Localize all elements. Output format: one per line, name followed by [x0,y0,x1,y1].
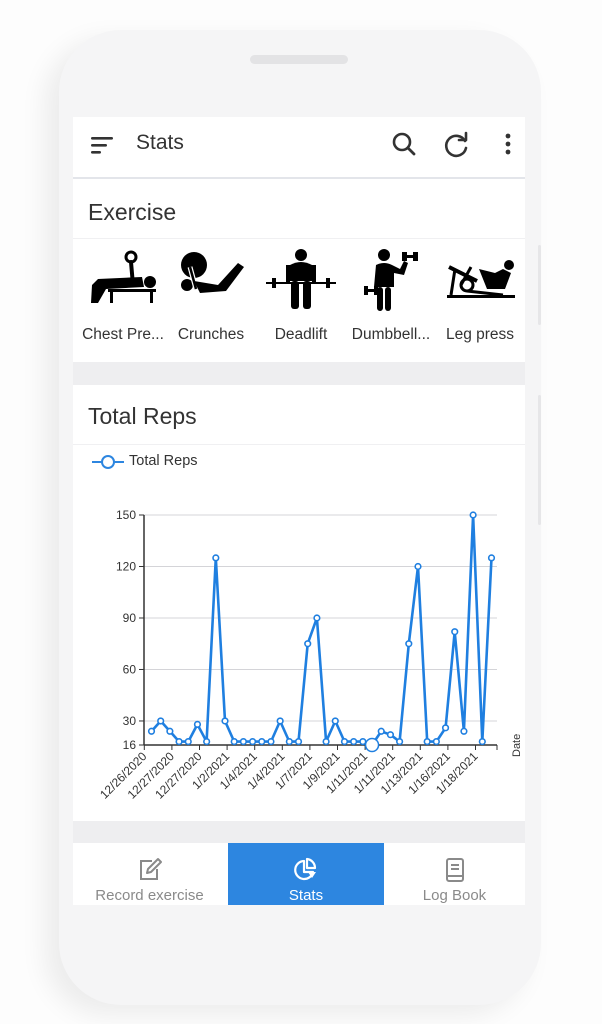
tab-record-exercise[interactable]: Record exercise [73,843,226,905]
y-tick-label: 150 [116,508,136,522]
scrollbar[interactable] [538,245,541,325]
data-point [331,717,339,725]
more-vert-icon[interactable] [493,129,523,159]
y-tick-label: 60 [123,662,137,676]
exercise-item-chest-press[interactable]: Chest Pre... [78,243,168,353]
leg-press-icon [447,260,515,298]
exercise-item-leg-press[interactable]: Leg press [435,243,525,353]
app-screen: Stats Exercise Chest Pre... Crunches Dea… [73,117,525,905]
data-point [460,727,468,735]
tab-label: Record exercise [95,887,204,904]
data-point [294,737,303,746]
data-point [396,737,404,746]
data-point [469,511,477,519]
data-point [432,737,440,746]
data-point [304,640,312,648]
data-point [193,720,202,729]
tab-stats[interactable]: Stats [228,843,384,905]
menu-icon[interactable] [91,134,117,156]
page-title: Stats [136,131,184,154]
tab-label: Log Book [422,887,487,904]
tab-label: Stats [288,887,324,904]
search-icon[interactable] [389,129,419,159]
data-point [414,562,422,571]
x-axis-label: Date [511,734,523,757]
data-point [166,727,174,735]
scrollbar-secondary[interactable] [538,395,541,525]
data-point [386,731,395,739]
exercise-label: Leg press [445,326,515,343]
y-tick-label: 90 [123,611,137,625]
data-point [212,554,220,562]
dumbbell-icon [364,249,418,311]
app-bar: Stats [73,117,525,179]
data-point [203,737,211,746]
divider [73,238,525,239]
bottom-navigation: Record exercise Stats Log Book [73,843,525,905]
data-point [285,737,293,746]
data-point [487,554,496,562]
crunches-icon [181,252,244,293]
deadlift-icon [266,249,336,309]
data-point [350,737,358,746]
y-tick-label: 16 [123,738,137,752]
data-point [441,724,450,732]
refresh-icon[interactable] [442,129,472,159]
data-point [147,727,156,735]
y-tick-label: 120 [116,559,136,573]
data-point [175,737,183,746]
data-point [478,737,486,746]
exercise-card: Exercise Chest Pre... Crunches Deadlift … [73,179,525,362]
exercise-item-dumbbell[interactable]: Dumbbell... [346,243,436,353]
data-point [313,614,321,622]
data-point [377,727,385,735]
data-point [248,737,257,746]
total-reps-card: Total Reps Total Reps 16 30 60 90 120 150 12/2… [73,385,525,821]
exercise-item-deadlift[interactable]: Deadlift [256,243,346,353]
series-line-total-reps [150,513,493,747]
data-point-highlighted [364,737,380,753]
phone-speaker [250,55,348,64]
exercise-item-crunches[interactable]: Crunches [166,243,256,353]
total-reps-chart: 1630609012015012/26/202012/27/202012/27/… [97,508,523,802]
data-point [157,717,165,725]
data-point [340,737,349,746]
chest-press-icon [91,250,156,303]
data-point [267,737,275,746]
edit-icon [139,858,162,880]
data-point [230,737,238,746]
data-point [258,737,266,746]
data-point [239,737,247,746]
book-icon [445,858,464,882]
tab-log-book[interactable]: Log Book [384,843,525,905]
data-point [405,640,413,648]
data-point [359,737,367,746]
data-point [423,737,431,746]
data-point [276,717,284,725]
y-tick-label: 30 [123,714,137,728]
pie-chart-icon [294,857,317,881]
data-point [221,717,229,725]
exercise-card-title: Exercise [88,199,177,225]
data-point [184,737,192,746]
data-point [322,737,330,746]
data-point [451,628,459,636]
